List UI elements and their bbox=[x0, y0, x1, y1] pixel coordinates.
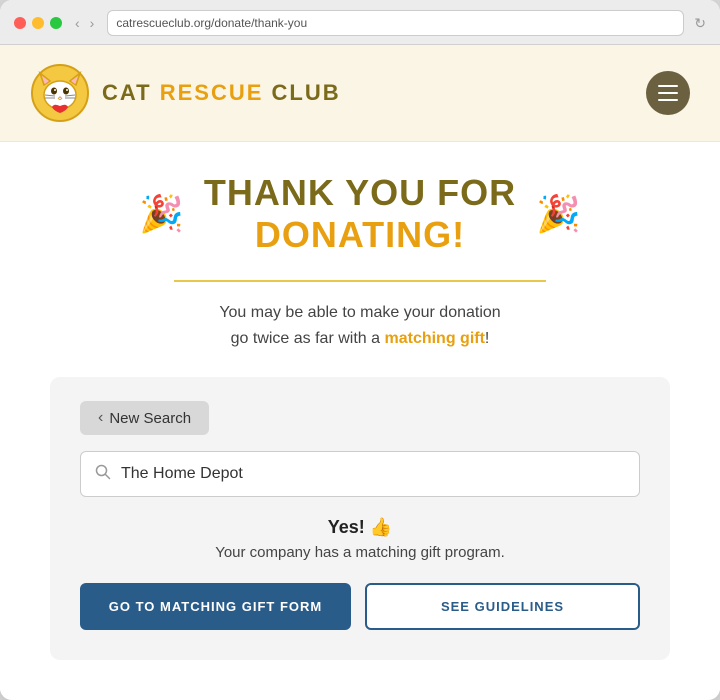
subtitle-part2: go twice as far with a bbox=[231, 330, 380, 347]
search-input-wrap bbox=[80, 451, 640, 497]
subtitle-end: ! bbox=[485, 330, 489, 347]
forward-button[interactable]: › bbox=[87, 15, 98, 31]
result-section: Yes! 👍 Your company has a matching gift … bbox=[80, 517, 640, 561]
minimize-dot[interactable] bbox=[32, 17, 44, 29]
menu-line-2 bbox=[658, 92, 678, 94]
browser-dots bbox=[14, 17, 62, 29]
menu-line-1 bbox=[658, 85, 678, 87]
result-description: Your company has a matching gift program… bbox=[80, 544, 640, 561]
yes-text: Yes! 👍 bbox=[80, 517, 640, 538]
logo-cat: CAT bbox=[102, 80, 160, 105]
logo-area: CAT RESCUE CLUB bbox=[30, 63, 341, 123]
browser-chrome: ‹ › catrescueclub.org/donate/thank-you ↻ bbox=[0, 0, 720, 45]
main-content: 🎉 THANK YOU FOR DONATING! 🎉 You may be a… bbox=[0, 142, 720, 700]
back-button[interactable]: ‹ bbox=[72, 15, 83, 31]
new-search-label: New Search bbox=[109, 410, 191, 427]
logo-club: CLUB bbox=[263, 80, 340, 105]
address-text: catrescueclub.org/donate/thank-you bbox=[116, 16, 307, 30]
search-icon bbox=[95, 464, 111, 485]
new-search-button[interactable]: ‹ New Search bbox=[80, 401, 209, 435]
confetti-left-icon: 🎉 bbox=[139, 196, 184, 232]
confetti-right-icon: 🎉 bbox=[536, 196, 581, 232]
chevron-left-icon: ‹ bbox=[98, 409, 103, 427]
thank-you-section: 🎉 THANK YOU FOR DONATING! 🎉 bbox=[50, 172, 670, 256]
thank-you-orange-text: DONATING! bbox=[255, 214, 465, 255]
matching-gift-form-button[interactable]: GO TO MATCHING GIFT FORM bbox=[80, 583, 351, 630]
subtitle-part1: You may be able to make your donation bbox=[219, 304, 500, 321]
company-search-input[interactable] bbox=[121, 465, 625, 483]
section-divider bbox=[174, 280, 546, 282]
close-dot[interactable] bbox=[14, 17, 26, 29]
logo-icon bbox=[30, 63, 90, 123]
maximize-dot[interactable] bbox=[50, 17, 62, 29]
reload-button[interactable]: ↻ bbox=[694, 15, 706, 32]
browser-window: ‹ › catrescueclub.org/donate/thank-you ↻ bbox=[0, 0, 720, 700]
action-buttons: GO TO MATCHING GIFT FORM SEE GUIDELINES bbox=[80, 583, 640, 630]
browser-nav: ‹ › bbox=[72, 15, 97, 31]
subtitle-text: You may be able to make your donation go… bbox=[50, 300, 670, 351]
menu-button[interactable] bbox=[646, 71, 690, 115]
see-guidelines-button[interactable]: SEE GUIDELINES bbox=[365, 583, 640, 630]
thank-you-title: THANK YOU FOR DONATING! bbox=[204, 172, 516, 256]
logo-text: CAT RESCUE CLUB bbox=[102, 80, 341, 106]
matching-gift-link[interactable]: matching gift bbox=[384, 330, 484, 347]
thank-you-dark-text: THANK YOU FOR bbox=[204, 172, 516, 213]
logo-rescue: RESCUE bbox=[160, 80, 264, 105]
site-header: CAT RESCUE CLUB bbox=[0, 45, 720, 142]
menu-line-3 bbox=[658, 99, 678, 101]
address-bar[interactable]: catrescueclub.org/donate/thank-you bbox=[107, 10, 684, 36]
